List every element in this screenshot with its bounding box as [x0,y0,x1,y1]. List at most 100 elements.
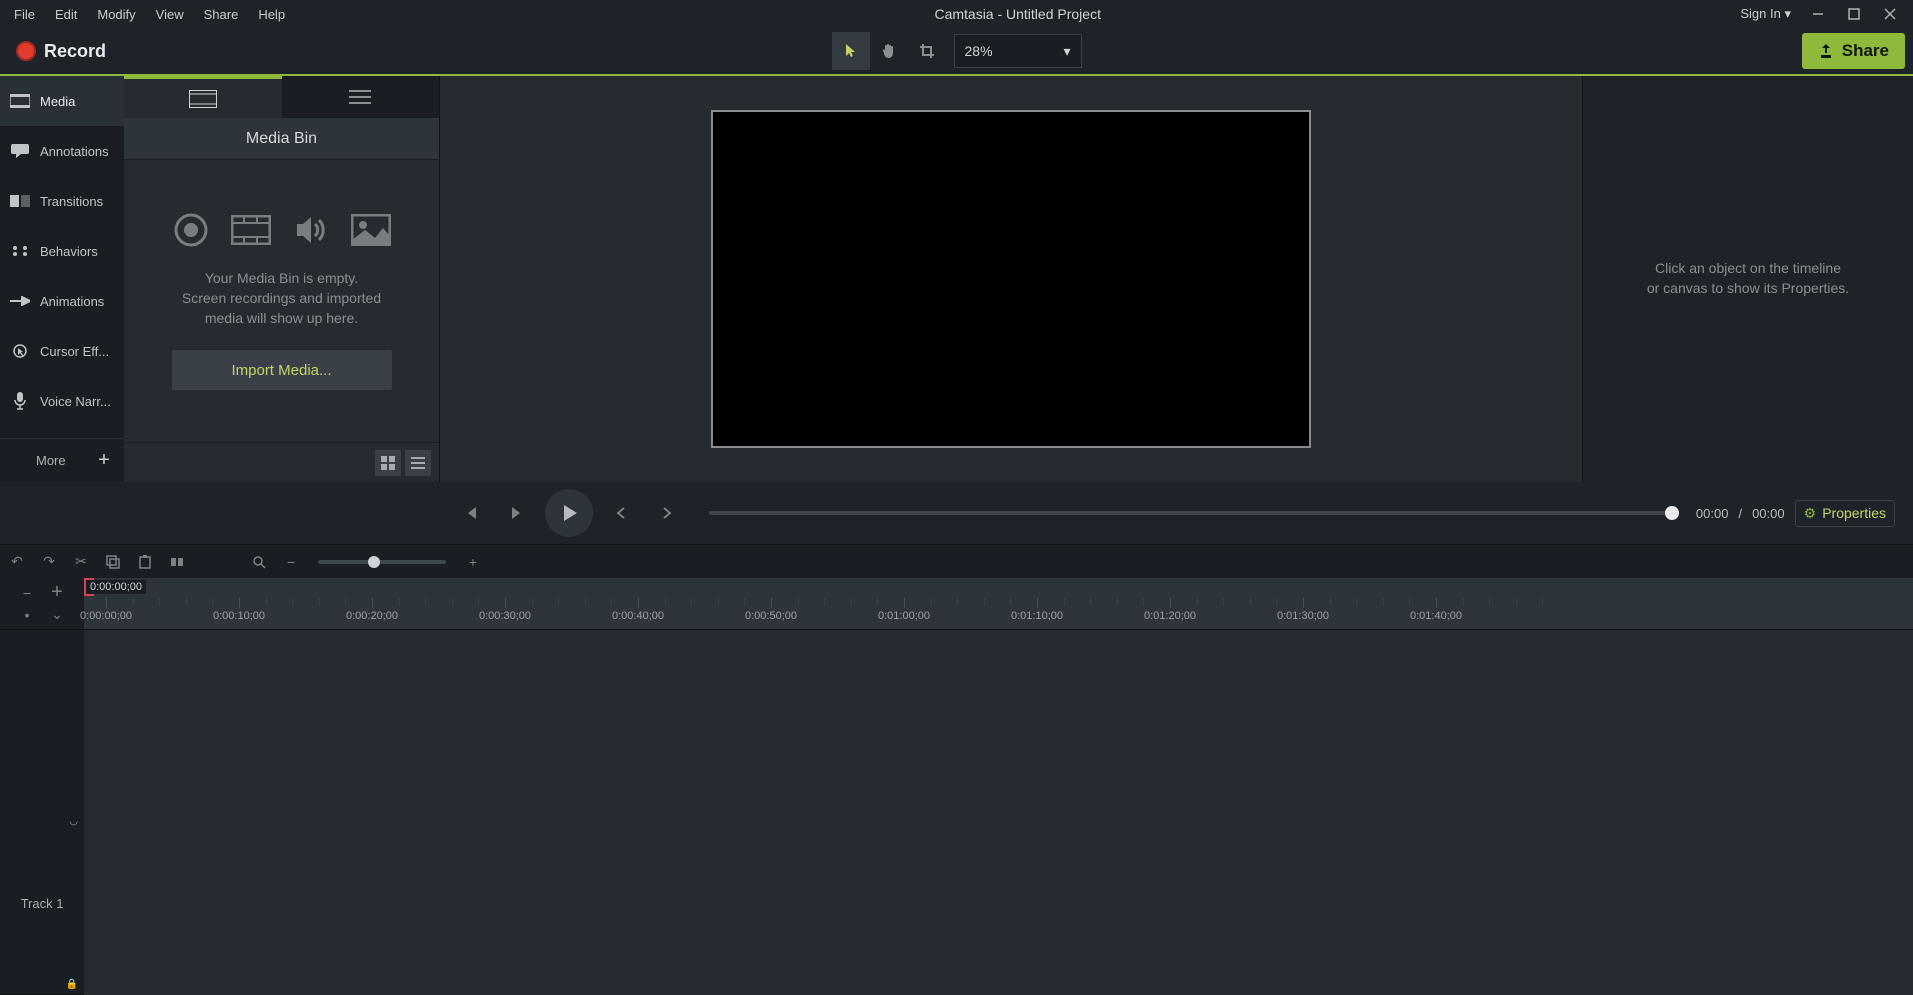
tab-transitions[interactable]: Transitions [0,176,124,226]
transition-icon [10,192,30,210]
hand-tool-button[interactable] [870,32,908,70]
pointer-tool-button[interactable] [832,32,870,70]
ruler-tick: 0:01:20;00 [1144,610,1196,622]
cursor-icon [10,342,30,360]
tab-cursor-effects[interactable]: Cursor Eff... [0,326,124,376]
track-visible-icon[interactable]: ◡ [69,816,78,827]
minimize-icon[interactable] [1809,5,1827,23]
prev-marker-button[interactable] [603,495,639,531]
image-type-icon [351,214,391,246]
add-track-button[interactable]: + [46,582,68,604]
list-view-button[interactable] [405,450,431,476]
list-view-icon [411,456,425,470]
playhead-time: 0:00:00;00 [86,580,146,594]
time-separator: / [1738,506,1742,521]
collapse-track-button[interactable]: ⌄ [46,604,68,626]
tool-tabs: Media Annotations Transitions Behaviors … [0,76,124,482]
timeline-search-button[interactable] [248,551,270,573]
timeline-track-headers: ⎯ + • ⌄ Track 1 ◡ 🔒 [0,578,84,995]
share-button[interactable]: Share [1802,33,1905,69]
record-button[interactable]: Record [8,37,114,66]
tab-behaviors[interactable]: Behaviors [0,226,124,276]
tab-voice-narration[interactable]: Voice Narr... [0,376,124,426]
menu-bar: File Edit Modify View Share Help Camtasi… [0,0,1913,28]
redo-button[interactable]: ↷ [38,551,60,573]
zoom-value: 28% [965,43,993,59]
ruler-tick: 0:00:10;00 [213,610,265,622]
track-1-header[interactable]: Track 1 ◡ 🔒 [0,812,84,995]
ruler-tick: 0:01:10;00 [1011,610,1063,622]
main-toolbar: Record 28% ▾ Share [0,28,1913,76]
menu-file[interactable]: File [4,3,45,26]
grid-icon [381,456,395,470]
playback-scrubber[interactable] [709,511,1672,515]
menu-share[interactable]: Share [194,3,249,26]
cut-button[interactable]: ✂ [70,551,92,573]
media-icon [10,92,30,110]
close-icon[interactable] [1881,5,1899,23]
ruler-tick: 0:00:50;00 [745,610,797,622]
record-type-icon [173,212,209,248]
quiz-toggle[interactable]: • [16,604,38,626]
microphone-icon [10,392,30,410]
next-marker-button[interactable] [649,495,685,531]
playback-bar: 00:00 / 00:00 ⚙ Properties [0,482,1913,544]
copy-button[interactable] [102,551,124,573]
scrubber-thumb[interactable] [1665,506,1679,520]
timeline-zoom-slider[interactable] [318,560,446,564]
annotation-icon [10,142,30,160]
undo-button[interactable]: ↶ [6,551,28,573]
chevron-down-icon: ▾ [1063,43,1070,60]
maximize-icon[interactable] [1845,5,1863,23]
zoom-out-button[interactable]: − [280,551,302,573]
menu-view[interactable]: View [146,3,194,26]
timeline-body[interactable]: 0:00:00;00 0:00:00;000:00:10;000:00:20;0… [84,578,1913,995]
ruler-tick: 0:00:00;00 [80,610,132,622]
menu-edit[interactable]: Edit [45,3,87,26]
ruler-tick: 0:00:40;00 [612,610,664,622]
timeline-toolbar: ↶ ↷ ✂ − + [0,544,1913,578]
list-icon [349,89,371,105]
tab-annotations[interactable]: Annotations [0,126,124,176]
tab-media[interactable]: Media [0,76,124,126]
bin-tab-media[interactable] [124,76,282,118]
ruler-tick: 0:00:30;00 [479,610,531,622]
crop-tool-button[interactable] [908,32,946,70]
record-icon [16,41,36,61]
preview-canvas[interactable] [711,110,1311,448]
tab-animations[interactable]: Animations [0,276,124,326]
media-bin-title: Media Bin [124,118,439,160]
properties-toggle-button[interactable]: ⚙ Properties [1795,500,1895,527]
tracks-area[interactable] [84,630,1913,995]
ruler-tick: 0:01:40;00 [1410,610,1462,622]
prev-frame-button[interactable] [453,495,489,531]
zoom-in-button[interactable]: + [462,551,484,573]
next-frame-button[interactable] [499,495,535,531]
video-type-icon [231,215,271,245]
timeline-ruler[interactable]: 0:00:00;00 0:00:00;000:00:10;000:00:20;0… [84,578,1913,630]
ruler-tick: 0:01:30;00 [1277,610,1329,622]
time-total: 00:00 [1752,506,1785,521]
ruler-tick: 0:01:00;00 [878,610,930,622]
paste-button[interactable] [134,551,156,573]
menu-help[interactable]: Help [248,3,295,26]
more-tools-button[interactable]: More + [0,438,124,482]
import-media-button[interactable]: Import Media... [172,350,392,390]
track-lock-icon[interactable]: 🔒 [66,979,78,990]
canvas-zoom-select[interactable]: 28% ▾ [954,34,1082,68]
play-button[interactable] [545,489,593,537]
time-current: 00:00 [1696,506,1729,521]
markers-toggle[interactable]: ⎯ [16,582,38,604]
menu-modify[interactable]: Modify [87,3,145,26]
properties-empty-message: Click an object on the timeline or canva… [1647,259,1849,298]
bin-tab-library[interactable] [282,76,440,118]
plus-icon: + [92,449,116,473]
timeline: ⎯ + • ⌄ Track 1 ◡ 🔒 0:00:00;00 0:00:00;0… [0,578,1913,995]
sign-in-button[interactable]: Sign In ▾ [1740,6,1791,22]
media-bin-empty-message: Your Media Bin is empty. Screen recordin… [182,268,381,329]
ruler-tick: 0:00:20;00 [346,610,398,622]
split-button[interactable] [166,551,188,573]
share-label: Share [1842,41,1889,61]
zoom-slider-thumb[interactable] [368,556,380,568]
grid-view-button[interactable] [375,450,401,476]
